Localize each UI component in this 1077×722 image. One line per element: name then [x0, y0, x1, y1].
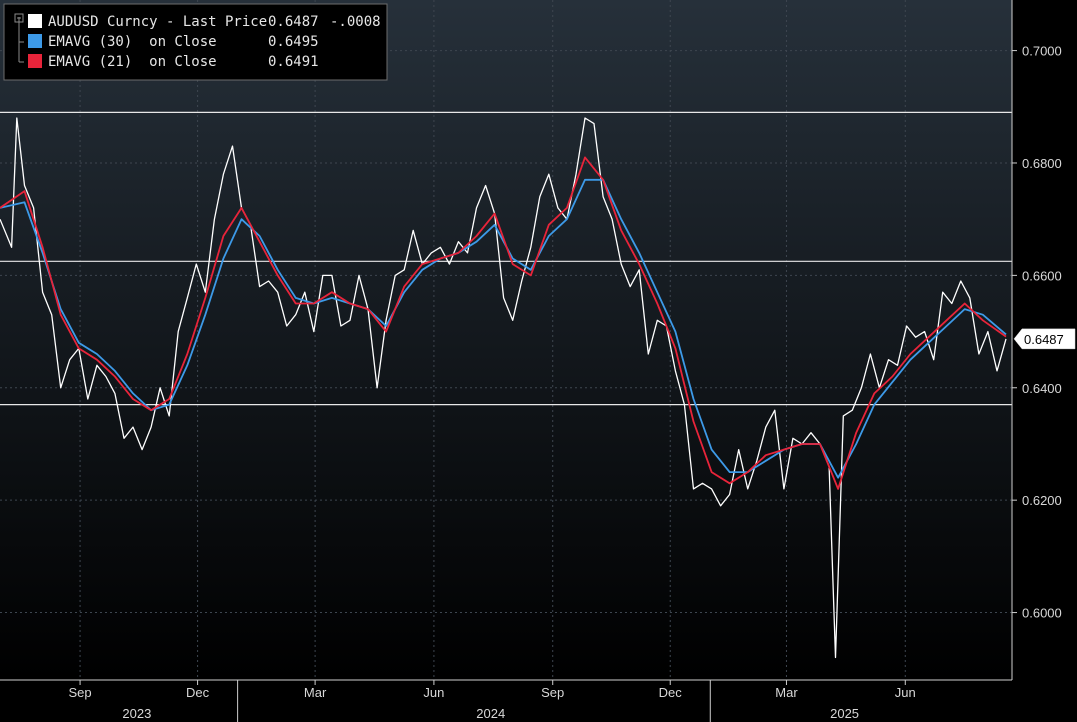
last-price-marker: 0.6487 [1013, 328, 1076, 350]
x-tick-label: Jun [423, 685, 444, 700]
legend[interactable]: AUDUSD Curncy - Last Price 0.6487 -.0008 EM… [3, 3, 388, 81]
year-label: 2024 [476, 706, 505, 721]
x-tick-label: Dec [186, 685, 210, 700]
x-tick-label: Mar [775, 685, 798, 700]
price-chart: 0.7000 0.6800 0.6600 0.6400 0.6200 0.6000 Sep… [0, 0, 1077, 722]
legend-swatch [28, 34, 42, 48]
legend-swatch [28, 54, 42, 68]
chart-root: 0.7000 0.6800 0.6600 0.6400 0.6200 0.6000 Sep… [0, 0, 1077, 722]
y-tick-label: 0.6600 [1022, 268, 1062, 283]
last-price-label: 0.6487 [1024, 332, 1064, 347]
legend-label: EMAVG (21) on Close [48, 54, 217, 70]
year-label: 2023 [122, 706, 151, 721]
y-tick-label: 0.6000 [1022, 606, 1062, 621]
x-tick-label: Sep [68, 685, 91, 700]
legend-value: 0.6495 [268, 34, 319, 50]
x-tick-label: Dec [659, 685, 683, 700]
legend-swatch [28, 14, 42, 28]
legend-label: AUDUSD Curncy - Last Price [48, 14, 267, 30]
legend-change: -.0008 [330, 14, 381, 30]
y-tick-label: 0.6400 [1022, 381, 1062, 396]
x-tick-label: Jun [895, 685, 916, 700]
x-tick-label: Mar [304, 685, 327, 700]
legend-label: EMAVG (30) on Close [48, 34, 217, 50]
y-tick-label: 0.7000 [1022, 44, 1062, 59]
plot-background [0, 0, 1012, 680]
y-tick-label: 0.6200 [1022, 493, 1062, 508]
legend-value: 0.6491 [268, 54, 319, 70]
legend-value: 0.6487 [268, 14, 319, 30]
year-label: 2025 [830, 706, 859, 721]
y-tick-label: 0.6800 [1022, 156, 1062, 171]
x-tick-label: Sep [541, 685, 564, 700]
